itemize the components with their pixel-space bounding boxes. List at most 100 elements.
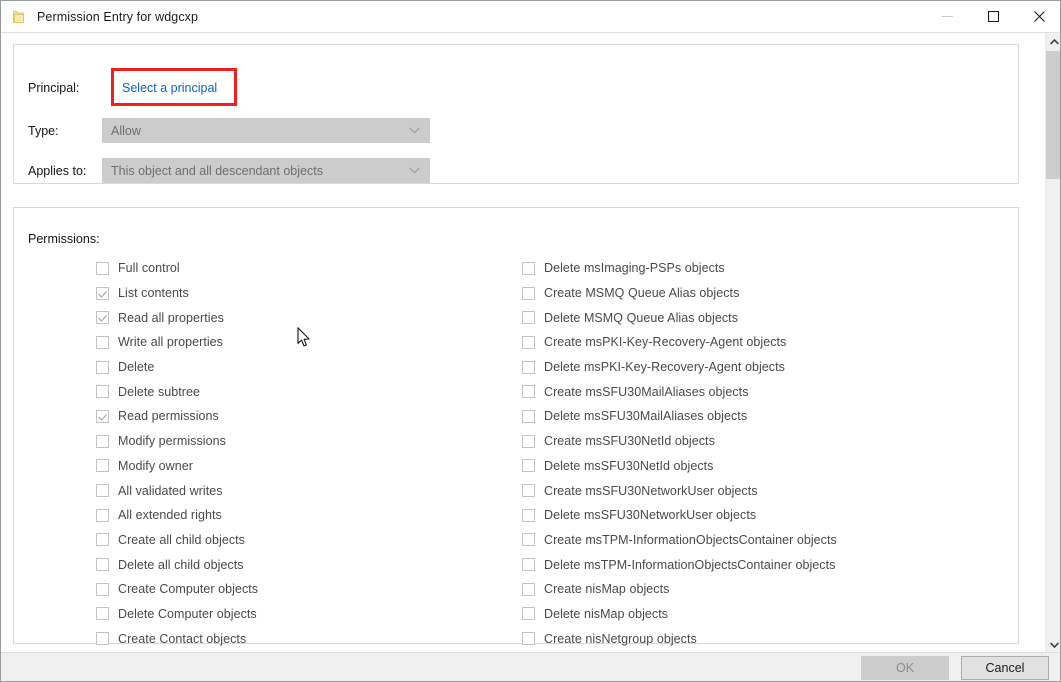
checkbox-unchecked[interactable]	[96, 435, 109, 448]
permission-item[interactable]: Delete msTPM-InformationObjectsContainer…	[522, 552, 1012, 577]
permission-item[interactable]: Read permissions	[96, 404, 516, 429]
permission-item[interactable]: Delete msSFU30MailAliases objects	[522, 404, 1012, 429]
type-value: Allow	[111, 124, 141, 138]
permission-item[interactable]: Create msSFU30NetworkUser objects	[522, 478, 1012, 503]
scroll-down-button[interactable]	[1046, 636, 1061, 653]
checkbox-checked[interactable]	[96, 410, 109, 423]
select-a-principal-link[interactable]: Select a principal	[122, 81, 217, 95]
permission-item[interactable]: Create msSFU30MailAliases objects	[522, 379, 1012, 404]
checkbox-unchecked[interactable]	[96, 336, 109, 349]
permission-item[interactable]: Delete MSMQ Queue Alias objects	[522, 305, 1012, 330]
checkbox-unchecked[interactable]	[522, 385, 535, 398]
checkbox-unchecked[interactable]	[96, 558, 109, 571]
permission-item[interactable]: Create nisNetgroup objects	[522, 626, 1012, 651]
scrollbar-thumb[interactable]	[1046, 51, 1061, 179]
scroll-up-button[interactable]	[1046, 33, 1061, 50]
checkbox-unchecked[interactable]	[96, 533, 109, 546]
permission-label: List contents	[118, 286, 189, 300]
permission-item[interactable]: Delete msSFU30NetId objects	[522, 454, 1012, 479]
permission-item[interactable]: Create Contact objects	[96, 626, 516, 651]
checkbox-unchecked[interactable]	[522, 262, 535, 275]
checkbox-unchecked[interactable]	[96, 459, 109, 472]
checkbox-unchecked[interactable]	[96, 484, 109, 497]
permission-item[interactable]: Write all properties	[96, 330, 516, 355]
permission-label: Create nisNetgroup objects	[544, 632, 697, 646]
permission-label: Modify permissions	[118, 434, 226, 448]
checkbox-unchecked[interactable]	[96, 385, 109, 398]
type-label: Type:	[28, 124, 59, 138]
permissions-title: Permissions:	[28, 232, 100, 246]
ok-button[interactable]: OK	[861, 656, 949, 680]
chevron-down-icon	[409, 127, 420, 134]
permission-item[interactable]: All extended rights	[96, 503, 516, 528]
checkbox-unchecked[interactable]	[522, 361, 535, 374]
permission-label: Create msSFU30MailAliases objects	[544, 385, 749, 399]
permission-label: Delete msPKI-Key-Recovery-Agent objects	[544, 360, 785, 374]
permission-item[interactable]: Create nisMap objects	[522, 577, 1012, 602]
permission-label: Delete	[118, 360, 154, 374]
close-button[interactable]	[1016, 1, 1061, 32]
checkbox-unchecked[interactable]	[96, 361, 109, 374]
checkbox-unchecked[interactable]	[522, 558, 535, 571]
permission-label: Delete msImaging-PSPs objects	[544, 261, 725, 275]
checkbox-unchecked[interactable]	[522, 459, 535, 472]
permission-item[interactable]: Delete msPKI-Key-Recovery-Agent objects	[522, 355, 1012, 380]
permission-item[interactable]: Delete subtree	[96, 379, 516, 404]
permission-item[interactable]: Delete	[96, 355, 516, 380]
permission-item[interactable]: Create msPKI-Key-Recovery-Agent objects	[522, 330, 1012, 355]
permission-item[interactable]: Delete nisMap objects	[522, 602, 1012, 627]
permission-label: Create msTPM-InformationObjectsContainer…	[544, 533, 837, 547]
checkbox-unchecked[interactable]	[522, 484, 535, 497]
permission-item[interactable]: Delete Computer objects	[96, 602, 516, 627]
permission-label: Create nisMap objects	[544, 582, 669, 596]
permission-item[interactable]: Read all properties	[96, 305, 516, 330]
checkbox-unchecked[interactable]	[522, 632, 535, 645]
checkbox-unchecked[interactable]	[96, 583, 109, 596]
checkbox-unchecked[interactable]	[96, 632, 109, 645]
checkbox-unchecked[interactable]	[522, 607, 535, 620]
permission-label: Delete msSFU30MailAliases objects	[544, 409, 747, 423]
folder-icon	[11, 9, 27, 25]
permission-item[interactable]: Modify permissions	[96, 429, 516, 454]
permission-item[interactable]: Create MSMQ Queue Alias objects	[522, 281, 1012, 306]
checkbox-unchecked[interactable]	[522, 583, 535, 596]
checkbox-unchecked[interactable]	[96, 509, 109, 522]
checkbox-unchecked[interactable]	[522, 311, 535, 324]
checkbox-unchecked[interactable]	[522, 533, 535, 546]
permission-item[interactable]: Create msSFU30NetId objects	[522, 429, 1012, 454]
checkbox-checked[interactable]	[96, 287, 109, 300]
dialog-body: Principal: Select a principal Type: Allo…	[1, 32, 1061, 653]
permission-item[interactable]: Create msTPM-InformationObjectsContainer…	[522, 528, 1012, 553]
checkbox-unchecked[interactable]	[522, 287, 535, 300]
permission-item[interactable]: All validated writes	[96, 478, 516, 503]
cancel-button[interactable]: Cancel	[961, 656, 1049, 680]
checkbox-unchecked[interactable]	[522, 509, 535, 522]
checkbox-unchecked[interactable]	[96, 607, 109, 620]
minimize-button[interactable]	[924, 1, 970, 32]
applies-to-value: This object and all descendant objects	[111, 164, 323, 178]
permission-item[interactable]: List contents	[96, 281, 516, 306]
vertical-scrollbar[interactable]	[1045, 33, 1061, 653]
permission-label: Delete msSFU30NetworkUser objects	[544, 508, 756, 522]
permission-label: Delete Computer objects	[118, 607, 257, 621]
checkbox-unchecked[interactable]	[522, 410, 535, 423]
permission-label: Delete msTPM-InformationObjectsContainer…	[544, 558, 835, 572]
type-dropdown[interactable]: Allow	[102, 118, 430, 143]
permission-label: Full control	[118, 261, 180, 275]
permission-item[interactable]: Delete msSFU30NetworkUser objects	[522, 503, 1012, 528]
permission-label: Delete all child objects	[118, 558, 244, 572]
permission-item[interactable]: Create Computer objects	[96, 577, 516, 602]
permission-item[interactable]: Full control	[96, 256, 516, 281]
maximize-button[interactable]	[970, 1, 1016, 32]
permission-label: All extended rights	[118, 508, 222, 522]
applies-to-dropdown[interactable]: This object and all descendant objects	[102, 158, 430, 183]
checkbox-unchecked[interactable]	[522, 336, 535, 349]
permission-item[interactable]: Delete all child objects	[96, 552, 516, 577]
window-title: Permission Entry for wdgcxp	[37, 10, 198, 24]
permission-item[interactable]: Modify owner	[96, 454, 516, 479]
checkbox-checked[interactable]	[96, 311, 109, 324]
checkbox-unchecked[interactable]	[96, 262, 109, 275]
permission-item[interactable]: Delete msImaging-PSPs objects	[522, 256, 1012, 281]
checkbox-unchecked[interactable]	[522, 435, 535, 448]
permission-item[interactable]: Create all child objects	[96, 528, 516, 553]
